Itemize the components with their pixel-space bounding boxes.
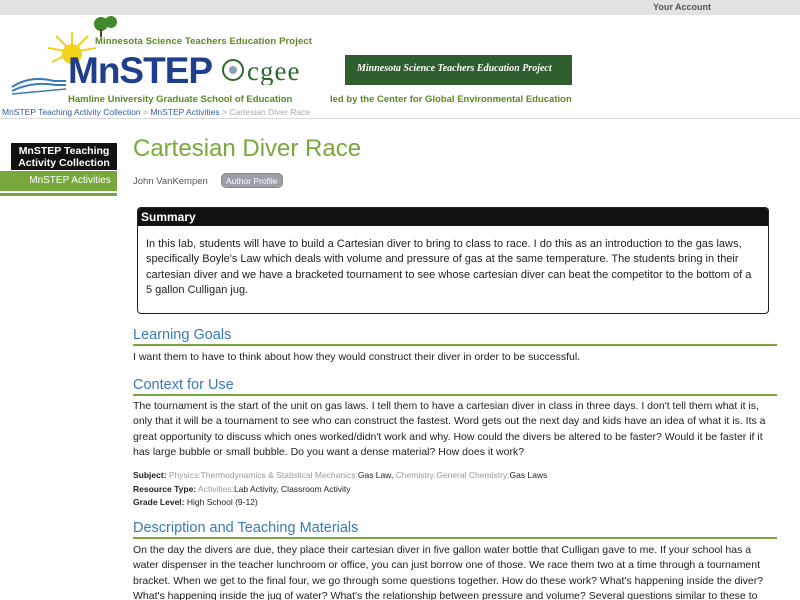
breadcrumb-separator: > <box>221 107 227 117</box>
summary-heading: Summary <box>138 208 768 226</box>
subject-path-chemistry[interactable]: Chemistry:General Chemistry: <box>396 470 510 480</box>
learning-goals-heading: Learning Goals <box>133 327 777 346</box>
sidebar-divider <box>0 193 117 196</box>
context-text: The tournament is the start of the unit … <box>133 400 766 458</box>
grade-level-label: Grade Level: <box>133 497 185 507</box>
resource-type-path[interactable]: Activities: <box>198 484 234 494</box>
author-profile-button[interactable]: Author Profile <box>221 173 283 188</box>
breadcrumb-divider <box>0 118 800 119</box>
grade-level-value[interactable]: High School (9-12) <box>187 497 258 507</box>
breadcrumb: MnSTEP Teaching Activity Collection > Mn… <box>2 107 310 117</box>
context-heading: Context for Use <box>133 377 777 396</box>
subject-value-gas-law[interactable]: Gas Law <box>358 470 391 480</box>
your-account-link[interactable]: Your Account <box>653 2 711 12</box>
cgee-logo-box: cgee <box>217 55 345 85</box>
hamline-text: Hamline University Graduate School of Ed… <box>68 94 293 105</box>
cgee-tagline: Minnesota Science Teachers Education Pro… <box>357 63 552 74</box>
subject-value-gas-laws[interactable]: Gas Laws <box>510 470 548 480</box>
breadcrumb-current: Cartesian Diver Race <box>229 107 311 117</box>
cgee-banner: cgee Minnesota Science Teachers Educatio… <box>217 55 572 85</box>
cgee-logo-text: cgee <box>247 56 301 85</box>
subject-path-physics[interactable]: Physics:Thermodynamics & Statistical Mec… <box>169 470 358 480</box>
breadcrumb-separator: > <box>142 107 148 117</box>
description-text: On the day the divers are due, they plac… <box>133 544 764 600</box>
mnstep-logo: MnSTEP <box>68 50 213 91</box>
subject-label: Subject: <box>133 470 167 480</box>
description-heading: Description and Teaching Materials <box>133 520 777 539</box>
water-wave-icon <box>11 78 67 95</box>
summary-box: Summary In this lab, students will have … <box>137 207 769 314</box>
author-name: John VanKempen <box>133 176 208 187</box>
breadcrumb-collection[interactable]: MnSTEP Teaching Activity Collection <box>2 107 141 117</box>
top-bar: Your Account <box>0 0 800 15</box>
site-banner[interactable]: Minnesota Science Teachers Education Pro… <box>0 15 578 105</box>
resource-type-label: Resource Type: <box>133 484 197 494</box>
grade-level-row: Grade Level: High School (9-12) <box>133 497 258 507</box>
project-name: Minnesota Science Teachers Education Pro… <box>95 36 312 47</box>
sidebar-item-activities[interactable]: MnSTEP Activities <box>0 171 117 191</box>
page-title: Cartesian Diver Race <box>133 135 362 162</box>
summary-text: In this lab, students will have to build… <box>146 238 752 296</box>
breadcrumb-activities[interactable]: MnSTEP Activities <box>150 107 219 117</box>
learning-goals-text: I want them to have to think about how t… <box>133 351 581 363</box>
led-by-text: led by the Center for Global Environment… <box>330 94 572 105</box>
subject-row: Subject: Physics:Thermodynamics & Statis… <box>133 470 548 480</box>
sidebar-heading[interactable]: MnSTEP Teaching Activity Collection <box>11 143 117 170</box>
resource-type-value[interactable]: Lab Activity, Classroom Activity <box>234 484 351 494</box>
resource-type-row: Resource Type: Activities:Lab Activity, … <box>133 484 350 494</box>
globe-icon <box>222 59 244 81</box>
